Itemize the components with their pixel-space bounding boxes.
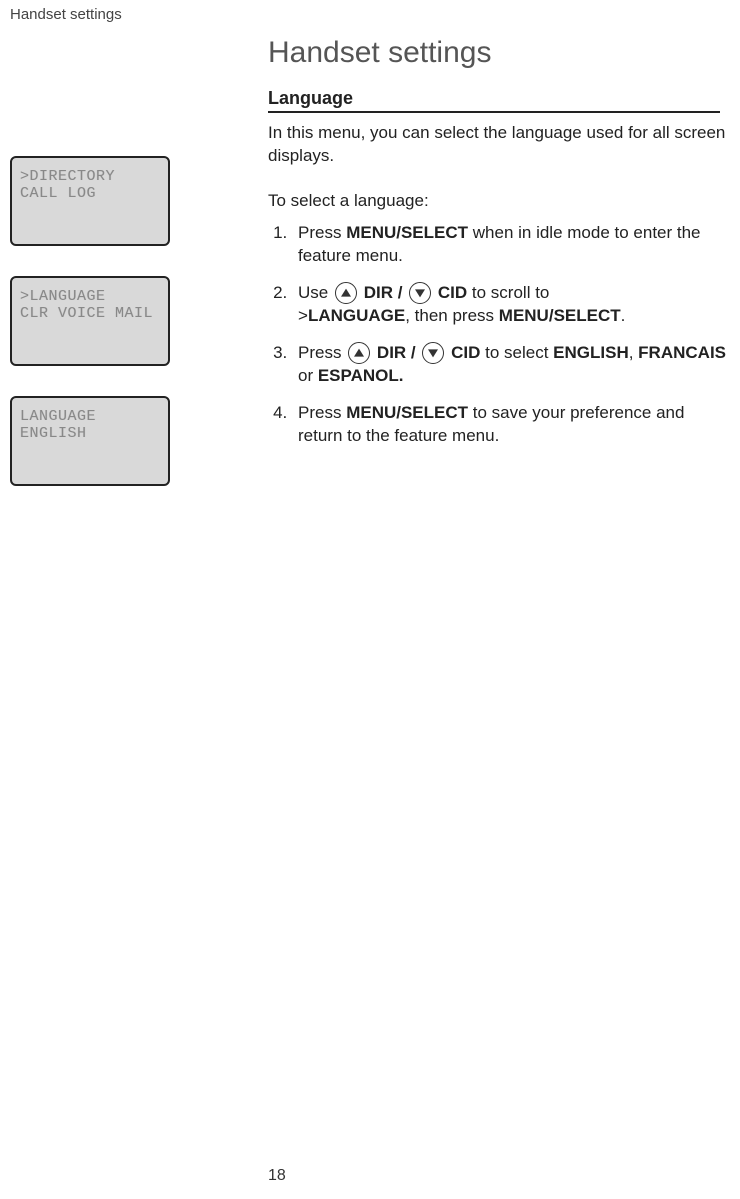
- lcd1-caret: >: [20, 168, 30, 185]
- step-3-pre: Press: [298, 343, 346, 362]
- lead-paragraph: To select a language:: [268, 190, 728, 213]
- arrow-up-icon: [348, 342, 370, 364]
- lcd1-line2: CALL LOG: [20, 185, 160, 202]
- step-2-pre: Use: [298, 283, 333, 302]
- page: Handset settings Handset settings Langua…: [0, 0, 740, 1199]
- step-1-pre: Press: [298, 223, 346, 242]
- step-3-cid: CID: [451, 343, 480, 362]
- lcd3-line1: LANGUAGE: [20, 408, 160, 425]
- step-4-menu: MENU: [346, 403, 396, 422]
- lcd-screen-3: LANGUAGE ENGLISH: [10, 396, 170, 486]
- step-2-caret: >: [298, 306, 308, 325]
- lcd-screen-2: >LANGUAGE CLR VOICE MAIL: [10, 276, 170, 366]
- lcd1-line1: >DIRECTORY: [20, 168, 160, 185]
- step-4: Press MENU/SELECT to save your preferenc…: [292, 402, 728, 448]
- step-2-dir: DIR /: [364, 283, 407, 302]
- instruction-list: Press MENU/SELECT when in idle mode to e…: [268, 222, 728, 462]
- lcd2-line2: CLR VOICE MAIL: [20, 305, 160, 322]
- step-2: Use DIR / CID to scroll to >LANGUAGE, th…: [292, 282, 728, 328]
- header-section: Handset settings: [10, 6, 122, 23]
- step-3-english: ENGLISH: [553, 343, 629, 362]
- step-3-espanol: ESPANOL.: [318, 366, 404, 385]
- step-3-or: or: [298, 366, 318, 385]
- page-title: Handset settings: [268, 36, 491, 70]
- step-3: Press DIR / CID to select ENGLISH, FRANC…: [292, 342, 728, 388]
- step-2-end: .: [621, 306, 626, 325]
- page-number: 18: [268, 1167, 286, 1185]
- arrow-down-icon: [422, 342, 444, 364]
- step-2-language: LANGUAGE: [308, 306, 405, 325]
- step-3-mid: to select: [480, 343, 553, 362]
- step-2-menu: MENU: [499, 306, 549, 325]
- lcd3-line2: ENGLISH: [20, 425, 160, 442]
- step-2-select: /SELECT: [549, 306, 621, 325]
- step-2-then: , then press: [405, 306, 499, 325]
- step-2-mid: to scroll to: [467, 283, 549, 302]
- arrow-up-icon: [335, 282, 357, 304]
- step-1-menu: MENU/: [346, 223, 401, 242]
- arrow-down-icon: [409, 282, 431, 304]
- lcd1-text1: DIRECTORY: [30, 168, 116, 185]
- step-3-francais: FRANCAIS: [638, 343, 726, 362]
- step-1-select: SELECT: [401, 223, 468, 242]
- step-3-dir: DIR /: [377, 343, 420, 362]
- lcd2-line1: >LANGUAGE: [20, 288, 160, 305]
- intro-paragraph: In this menu, you can select the languag…: [268, 122, 728, 168]
- lcd-screen-1: >DIRECTORY CALL LOG: [10, 156, 170, 246]
- step-1: Press MENU/SELECT when in idle mode to e…: [292, 222, 728, 268]
- step-2-cid: CID: [438, 283, 467, 302]
- subsection-title: Language: [268, 88, 720, 113]
- step-4-pre: Press: [298, 403, 346, 422]
- lcd2-text1: LANGUAGE: [30, 288, 106, 305]
- lcd2-caret: >: [20, 288, 30, 305]
- step-3-comma: ,: [629, 343, 638, 362]
- step-4-select: /SELECT: [396, 403, 468, 422]
